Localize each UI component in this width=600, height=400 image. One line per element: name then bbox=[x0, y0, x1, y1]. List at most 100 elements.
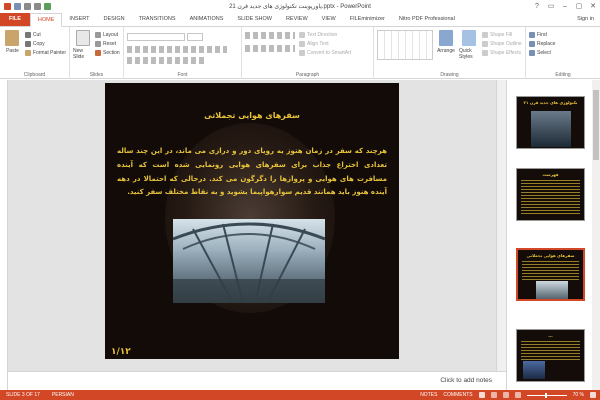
zoom-level[interactable]: 70 % bbox=[573, 392, 584, 398]
align-text-label: Align Text bbox=[307, 40, 329, 47]
format-painter-button[interactable]: Format Painter bbox=[24, 48, 66, 57]
find-button[interactable]: Find bbox=[529, 30, 597, 39]
shape-effects-button[interactable]: Shape Effects bbox=[482, 48, 522, 57]
save-icon[interactable] bbox=[14, 3, 21, 10]
text-direction-button[interactable]: Text Direction bbox=[299, 30, 351, 39]
shape-fill-button[interactable]: Shape Fill bbox=[482, 30, 522, 39]
replace-button[interactable]: Replace bbox=[529, 39, 597, 48]
cut-label: Cut bbox=[32, 31, 41, 38]
notes-pane[interactable]: Click to add notes bbox=[8, 371, 506, 390]
new-slide-button[interactable]: New Slide bbox=[73, 30, 93, 60]
slide-thumbnail[interactable]: تکنولوژی های جدید قرن ۲۱ bbox=[516, 96, 585, 149]
slideshow-start-icon[interactable] bbox=[44, 3, 51, 10]
thumbnail-title: فهرست bbox=[542, 172, 559, 177]
reset-button[interactable]: Reset bbox=[95, 39, 120, 48]
notes-placeholder: Click to add notes bbox=[440, 377, 492, 384]
tab-design[interactable]: DESIGN bbox=[97, 13, 132, 26]
align-text-icon bbox=[299, 40, 305, 47]
shape-outline-button[interactable]: Shape Outline bbox=[482, 39, 522, 48]
shape-outline-label: Shape Outline bbox=[490, 40, 522, 47]
cut-button[interactable]: Cut bbox=[24, 30, 66, 39]
sign-in-link[interactable]: Sign in bbox=[577, 13, 600, 26]
quick-access-toolbar bbox=[0, 3, 51, 10]
tab-nitro-pdf[interactable]: Nitro PDF Professional bbox=[392, 13, 462, 26]
convert-smartart-button[interactable]: Convert to SmartArt bbox=[299, 48, 351, 57]
tab-transitions[interactable]: TRANSITIONS bbox=[132, 13, 183, 26]
ribbon-display-button[interactable]: ▭ bbox=[544, 0, 558, 12]
replace-label: Replace bbox=[537, 40, 556, 47]
language-indicator[interactable]: PERSIAN bbox=[46, 392, 80, 398]
thumbnail-title: تکنولوژی های جدید قرن ۲۱ bbox=[523, 100, 578, 105]
reset-icon bbox=[95, 40, 101, 47]
section-icon bbox=[95, 49, 101, 56]
tab-insert[interactable]: INSERT bbox=[62, 13, 96, 26]
quick-styles-icon bbox=[462, 30, 476, 46]
undo-icon[interactable] bbox=[24, 3, 31, 10]
slide-thumbnail[interactable]: ... bbox=[516, 329, 585, 382]
new-slide-icon bbox=[76, 30, 90, 46]
airplane-cabin-image[interactable] bbox=[173, 219, 325, 303]
redo-icon[interactable] bbox=[34, 3, 41, 10]
arrange-button[interactable]: Arrange bbox=[436, 30, 456, 60]
slide-thumbnail-selected[interactable]: سفرهای هوایی تجملاتی bbox=[516, 248, 585, 301]
window-controls: ? ▭ – ▢ ✕ bbox=[530, 0, 600, 12]
section-button[interactable]: Section bbox=[95, 48, 120, 57]
font-effect-buttons[interactable] bbox=[127, 57, 207, 64]
thumbnail-image bbox=[531, 111, 571, 147]
normal-view-icon[interactable] bbox=[478, 392, 485, 398]
slide-thumbnail[interactable]: فهرست bbox=[516, 168, 585, 221]
copy-button[interactable]: Copy bbox=[24, 39, 66, 48]
quick-styles-label: Quick Styles bbox=[459, 48, 473, 60]
layout-button[interactable]: Layout bbox=[95, 30, 120, 39]
editor-scrollbar[interactable] bbox=[496, 80, 506, 371]
font-group-label: Font bbox=[177, 72, 188, 78]
font-name-box[interactable] bbox=[127, 33, 185, 41]
tab-home[interactable]: HOME bbox=[29, 13, 63, 27]
tab-animations[interactable]: ANIMATIONS bbox=[183, 13, 231, 26]
paste-button[interactable]: Paste bbox=[3, 30, 22, 57]
notes-toggle[interactable]: NOTES bbox=[420, 392, 437, 398]
tab-fileminimizer[interactable]: FILEminimizer bbox=[343, 13, 392, 26]
paste-label: Paste bbox=[6, 48, 19, 54]
help-button[interactable]: ? bbox=[530, 0, 544, 12]
tab-file[interactable]: FILE bbox=[0, 13, 30, 26]
find-icon bbox=[529, 31, 535, 38]
slide-body-text[interactable]: هرچند که سفر در زمان هنوز یه رویای دور و… bbox=[117, 145, 387, 200]
slide-thumbnail-panel: تکنولوژی های جدید قرن ۲۱ 1 فهرست 2 سفرها… bbox=[506, 80, 600, 390]
tab-review[interactable]: REVIEW bbox=[279, 13, 315, 26]
title-bar: پاورپوینت تکنولوژی های جدید قرن 21.pptx … bbox=[0, 0, 600, 13]
fit-slide-icon[interactable] bbox=[590, 392, 596, 398]
close-button[interactable]: ✕ bbox=[586, 0, 600, 12]
current-slide[interactable]: سفرهای هوایی تجملاتی هرچند که سفر در زما… bbox=[105, 83, 399, 359]
list-buttons[interactable] bbox=[245, 32, 295, 39]
text-direction-icon bbox=[299, 31, 305, 38]
align-text-button[interactable]: Align Text bbox=[299, 39, 351, 48]
tab-view[interactable]: VIEW bbox=[315, 13, 343, 26]
window-title: پاورپوینت تکنولوژی های جدید قرن 21.pptx … bbox=[229, 4, 371, 10]
tab-slide-show[interactable]: SLIDE SHOW bbox=[230, 13, 279, 26]
font-group: Font bbox=[124, 27, 242, 79]
effects-icon bbox=[482, 49, 488, 56]
clipboard-group: Paste Cut Copy Format Painter Clipboard bbox=[0, 27, 70, 79]
find-label: Find bbox=[537, 31, 547, 38]
align-buttons[interactable] bbox=[245, 45, 295, 52]
scrollbar-thumb[interactable] bbox=[593, 90, 599, 160]
font-format-buttons[interactable] bbox=[127, 46, 227, 53]
shape-effects-label: Shape Effects bbox=[490, 49, 522, 56]
slide-sorter-icon[interactable] bbox=[490, 392, 497, 398]
maximize-button[interactable]: ▢ bbox=[572, 0, 586, 12]
text-direction-label: Text Direction bbox=[307, 31, 338, 38]
comments-toggle[interactable]: COMMENTS bbox=[443, 392, 472, 398]
slideshow-icon[interactable] bbox=[514, 392, 521, 398]
minimize-button[interactable]: – bbox=[558, 0, 572, 12]
quick-styles-button[interactable]: Quick Styles bbox=[459, 30, 479, 60]
select-button[interactable]: Select bbox=[529, 48, 597, 57]
font-size-box[interactable] bbox=[187, 33, 203, 41]
reading-view-icon[interactable] bbox=[502, 392, 509, 398]
brush-icon bbox=[24, 49, 31, 56]
slide-title[interactable]: سفرهای هوایی تجملاتی bbox=[105, 111, 399, 120]
shapes-gallery[interactable] bbox=[377, 30, 433, 60]
zoom-slider[interactable] bbox=[526, 392, 567, 398]
thumbnail-scrollbar[interactable] bbox=[592, 80, 600, 390]
thumbnail-text bbox=[521, 341, 580, 361]
